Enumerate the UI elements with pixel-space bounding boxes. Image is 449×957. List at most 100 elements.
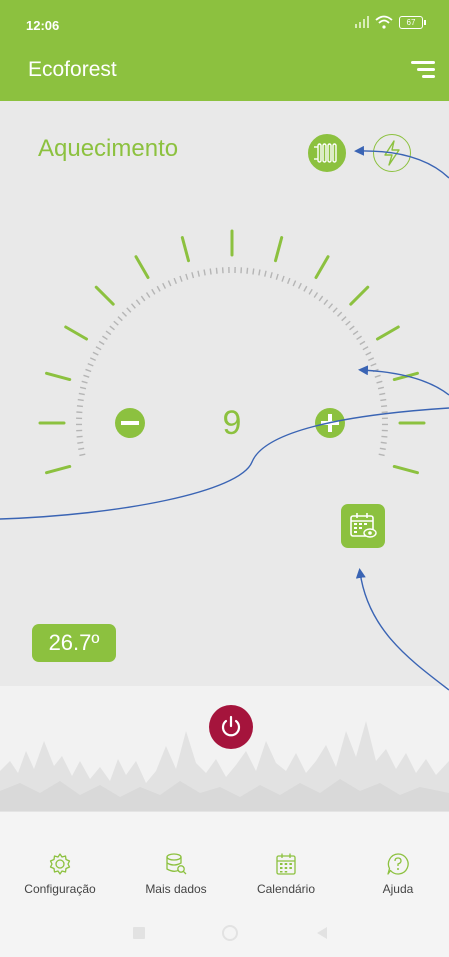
dial-tick — [349, 285, 370, 306]
recent-apps-button[interactable] — [133, 927, 145, 939]
nav-item-mais-dados[interactable]: Mais dados — [121, 852, 231, 898]
nav-item-calendario[interactable]: Calendário — [231, 852, 341, 898]
status-time: 12:06 — [26, 18, 60, 33]
nav-label: Calendário — [256, 882, 316, 896]
dial-dot — [281, 275, 285, 282]
schedule-view-button[interactable] — [341, 504, 385, 548]
dial-dot — [76, 405, 83, 408]
signal-icon — [355, 16, 369, 28]
calendar-icon — [276, 853, 296, 875]
nav-item-configuracao[interactable]: Configuração — [5, 852, 115, 898]
dial-dot — [332, 307, 338, 313]
dial-dot — [318, 295, 324, 302]
dial-dot — [145, 292, 151, 298]
dial-dot — [89, 357, 96, 362]
dial-dot — [380, 398, 387, 402]
dial-dot — [209, 268, 212, 275]
dial-dot — [135, 299, 141, 305]
minus-icon — [121, 421, 139, 425]
dial-dot — [286, 277, 291, 284]
back-button[interactable] — [316, 926, 328, 940]
dial-dot — [140, 295, 146, 302]
dial-dot — [92, 351, 99, 356]
dial-tick — [180, 236, 191, 263]
dial-dot — [179, 275, 183, 282]
dial-dot — [359, 340, 366, 346]
dial-dot — [352, 330, 359, 336]
dial-dot — [372, 368, 379, 373]
dial-dot — [370, 362, 377, 367]
bottom-navigation: Configuração Mais dados Calendário Ajuda — [0, 811, 449, 909]
nav-item-ajuda[interactable]: Ajuda — [343, 852, 449, 898]
dial-tick — [273, 236, 284, 263]
dial-dot — [173, 277, 178, 284]
dial-dot — [130, 303, 136, 309]
dial-tick — [45, 464, 72, 475]
dial-dot — [85, 368, 92, 373]
dial-dot — [368, 357, 375, 362]
system-navigation-bar — [0, 909, 449, 957]
database-search-icon — [166, 853, 187, 875]
dial-dot — [79, 386, 87, 390]
dial-dot — [121, 311, 127, 317]
power-button[interactable] — [209, 705, 253, 749]
dial-dot — [79, 453, 86, 457]
dial-dot — [109, 325, 115, 331]
power-icon — [221, 715, 241, 737]
gear-icon — [49, 853, 71, 875]
current-temperature-badge: 26.7º — [32, 624, 116, 662]
dial-tick — [392, 371, 419, 382]
battery-icon: 67 — [399, 15, 426, 29]
dial-dot — [77, 398, 84, 402]
decrease-button[interactable] — [115, 408, 145, 438]
dial-dot — [356, 335, 362, 341]
dial-dot — [98, 340, 105, 346]
dial-dot — [246, 267, 249, 274]
increase-button[interactable] — [315, 408, 345, 438]
wifi-icon — [375, 15, 393, 29]
dial-dot — [252, 268, 255, 275]
dial-dot — [376, 380, 383, 384]
dial-dot — [374, 374, 381, 378]
dial-dot — [197, 270, 200, 277]
dial-dot — [258, 269, 261, 276]
help-icon — [387, 853, 409, 875]
nav-label: Mais dados — [145, 882, 207, 896]
dial-dot — [162, 282, 167, 289]
dial-dot — [167, 280, 172, 287]
nav-label: Configuração — [24, 882, 96, 896]
power-level-dial[interactable]: 9 — [0, 101, 449, 501]
dial-dot — [191, 272, 195, 279]
dial-dot — [381, 435, 388, 438]
dial-dot — [362, 346, 369, 351]
dial-dot — [341, 316, 347, 322]
dial-dot — [264, 270, 267, 277]
dial-dot — [308, 288, 313, 295]
dial-dot — [113, 320, 119, 326]
dial-tick — [375, 325, 400, 341]
calendar-eye-icon — [350, 513, 377, 538]
power-level-value: 9 — [223, 404, 242, 442]
dial-dot — [77, 441, 84, 444]
dial-tick — [94, 285, 115, 306]
dial-dot — [185, 273, 189, 280]
dial-dot — [328, 303, 334, 309]
dial-tick — [392, 464, 419, 475]
power-area — [0, 686, 449, 811]
dial-tick — [134, 255, 150, 280]
nav-label: Ajuda — [382, 882, 414, 896]
dial-dot — [269, 272, 273, 279]
menu-icon[interactable] — [409, 57, 437, 81]
dial-dot — [378, 453, 385, 457]
dial-dot — [337, 311, 343, 317]
dial-dot — [102, 335, 108, 341]
app-header: 12:06 67 Ecoforest — [0, 0, 449, 101]
home-button[interactable] — [222, 925, 238, 941]
dial-dot — [203, 269, 206, 276]
dial-tick — [314, 255, 330, 280]
dial-dot — [365, 351, 372, 356]
dial-dot — [275, 273, 279, 280]
dial-dot — [76, 435, 83, 438]
dial-dot — [381, 405, 388, 408]
dial-dot — [81, 380, 88, 384]
